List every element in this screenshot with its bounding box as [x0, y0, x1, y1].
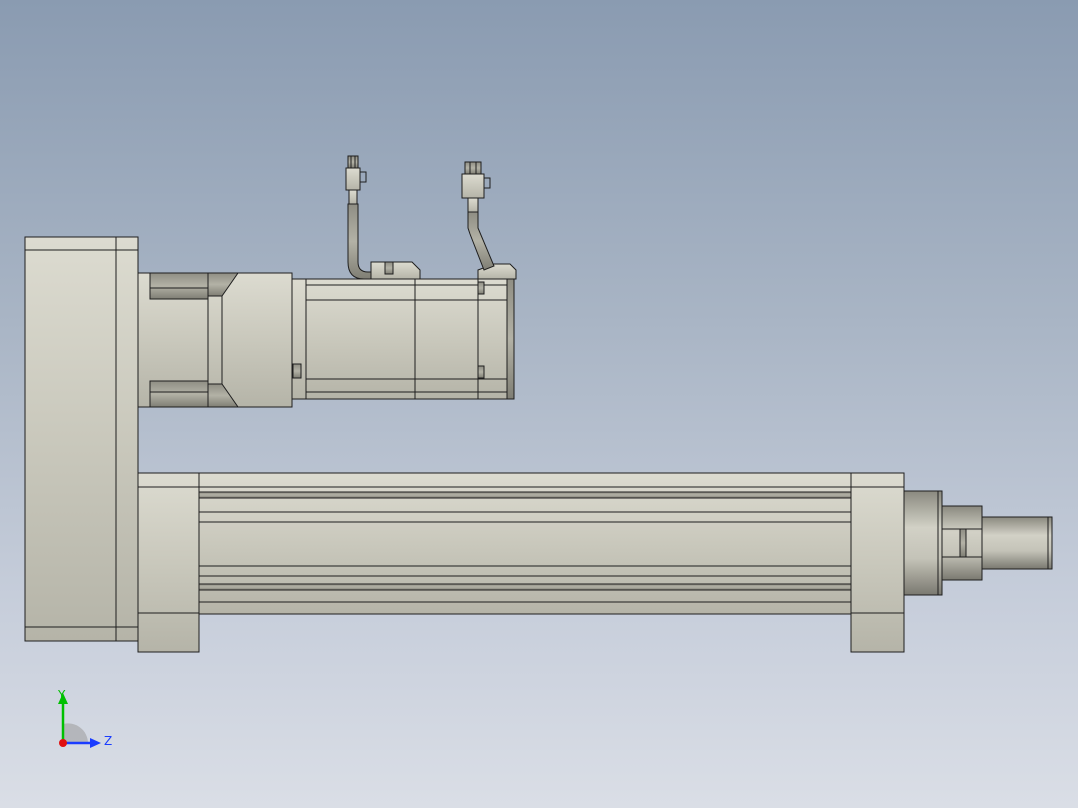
- motor-adapter: [137, 272, 209, 408]
- mounting-plate: [24, 236, 139, 642]
- encoder-cable: [461, 161, 495, 271]
- z-axis-arrowhead: [90, 738, 101, 748]
- actuator-front-block: [850, 472, 905, 653]
- gearbox-housing: [207, 272, 293, 408]
- actuator-rear-block: [137, 472, 200, 653]
- orientation-triad: Y Z: [57, 688, 112, 748]
- servo-motor: [291, 278, 515, 400]
- rod-bushing: [903, 490, 943, 596]
- cad-viewport[interactable]: Y Z: [0, 0, 1078, 808]
- rod-end-nut: [941, 505, 983, 581]
- actuator-model-view[interactable]: [0, 0, 1078, 808]
- x-axis-dot: [59, 739, 67, 747]
- piston-rod: [981, 516, 1053, 570]
- triad-plane-arc: [63, 723, 88, 743]
- power-cable: [345, 155, 372, 280]
- motor-connector-block: [370, 261, 517, 280]
- z-axis-label: Z: [104, 734, 112, 748]
- y-axis-label: Y: [57, 688, 66, 702]
- actuator-extrusion: [198, 472, 852, 615]
